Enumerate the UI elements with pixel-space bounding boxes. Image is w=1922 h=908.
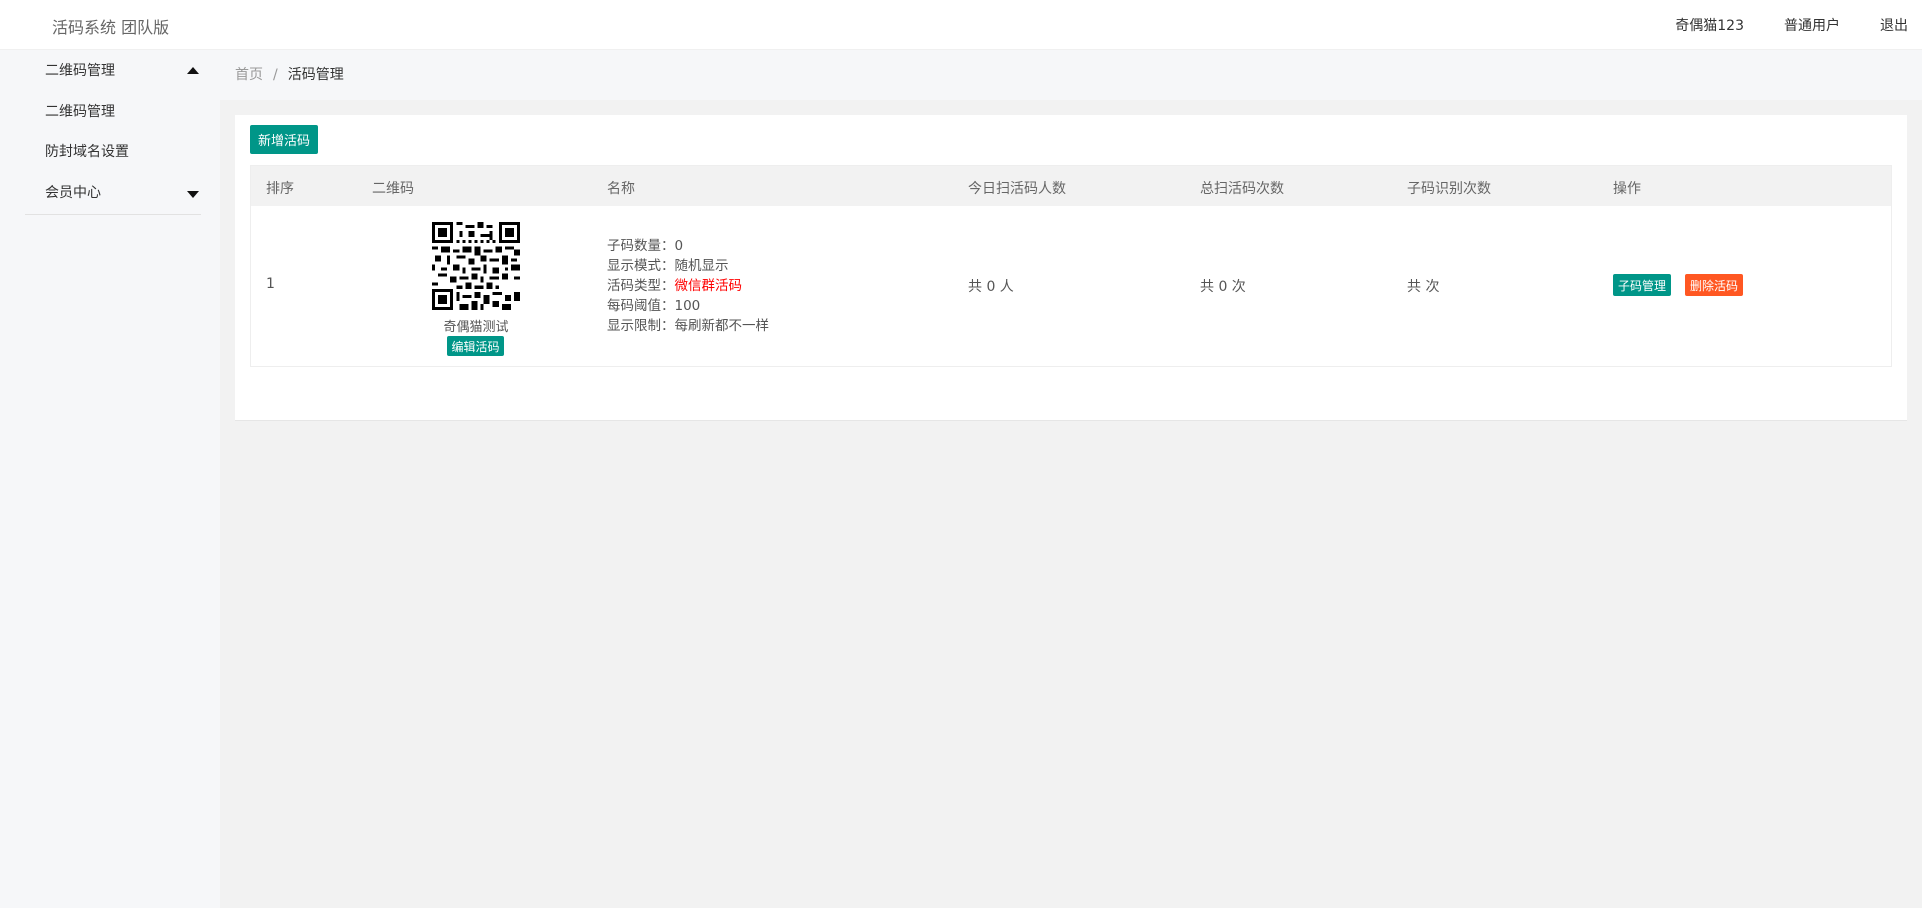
breadcrumb-separator: / [273, 67, 278, 83]
app-logo: 活码系统 团队版 [52, 18, 170, 37]
qrcode-name: 奇偶猫测试 [443, 320, 509, 335]
sidebar-divider [25, 214, 201, 215]
header-order: 排序 [266, 181, 294, 197]
sidebar-item-qrcode-manage[interactable]: 二维码管理 [25, 92, 201, 132]
info-sub-count: 子码数量：0 [607, 236, 769, 256]
info-sub-count-value: 0 [674, 238, 684, 254]
header-today-scans: 今日扫活码人数 [968, 181, 1066, 197]
edit-code-button[interactable]: 编辑活码 [447, 336, 504, 356]
code-table: 排序 二维码 名称 今日扫活码人数 总扫活码次数 子码识别次数 操作 1 奇偶猫… [250, 165, 1892, 367]
info-mode-value: 随机显示 [674, 258, 729, 274]
sidebar: 二维码管理 二维码管理 防封域名设置 会员中心 [0, 50, 220, 908]
table-header: 排序 二维码 名称 今日扫活码人数 总扫活码次数 子码识别次数 操作 [251, 166, 1891, 206]
nav-group-qrcode-label: 二维码管理 [45, 63, 115, 79]
username-link[interactable]: 奇偶猫123 [1675, 15, 1744, 35]
row-order: 1 [266, 276, 275, 292]
table-row: 1 奇偶猫测试 编辑活码 子码数量：0 显示模式：随机显示 活码类型：微信群活码… [251, 206, 1891, 366]
info-limit: 显示限制：每刷新都不一样 [607, 316, 769, 336]
code-info: 子码数量：0 显示模式：随机显示 活码类型：微信群活码 每码阈值：100 显示限… [607, 236, 769, 336]
header-sub-recognitions: 子码识别次数 [1407, 181, 1491, 197]
breadcrumb: 首页 / 活码管理 [220, 50, 1922, 100]
info-limit-label: 显示限制： [607, 318, 675, 334]
header-actions: 操作 [1613, 181, 1641, 197]
caret-up-icon [187, 67, 199, 74]
breadcrumb-current: 活码管理 [287, 67, 344, 83]
nav-group-member-label: 会员中心 [45, 185, 101, 201]
info-threshold: 每码阈值：100 [607, 296, 769, 316]
info-threshold-value: 100 [674, 298, 701, 314]
total-scans-value: 共 0 次 [1200, 279, 1246, 295]
nav-group-qrcode: 二维码管理 二维码管理 防封域名设置 会员中心 [25, 50, 201, 214]
add-code-button[interactable]: 新增活码 [250, 125, 318, 154]
today-scans-value: 共 0 人 [968, 279, 1014, 295]
sidebar-item-domain-settings[interactable]: 防封域名设置 [25, 132, 201, 172]
header-total-scans: 总扫活码次数 [1200, 181, 1284, 197]
info-threshold-label: 每码阈值： [607, 298, 675, 314]
content-card: 新增活码 排序 二维码 名称 今日扫活码人数 总扫活码次数 子码识别次数 操作 … [235, 115, 1907, 421]
top-header: 活码系统 团队版 奇偶猫123 普通用户 退出 [0, 0, 1922, 50]
header-user-menu: 奇偶猫123 普通用户 退出 [1635, 0, 1908, 50]
info-mode-label: 显示模式： [607, 258, 675, 274]
qrcode-image [432, 222, 520, 310]
nav-group-qrcode-title[interactable]: 二维码管理 [25, 50, 201, 92]
info-type-label: 活码类型： [607, 278, 675, 294]
breadcrumb-home[interactable]: 首页 [235, 67, 263, 83]
header-qrcode: 二维码 [372, 181, 414, 197]
delete-code-button[interactable]: 删除活码 [1685, 274, 1743, 296]
info-type: 活码类型：微信群活码 [607, 276, 769, 296]
nav-group-member-title[interactable]: 会员中心 [25, 172, 201, 214]
sub-code-manage-button[interactable]: 子码管理 [1613, 274, 1671, 296]
info-sub-count-label: 子码数量： [607, 238, 675, 254]
info-limit-value: 每刷新都不一样 [674, 318, 770, 334]
info-mode: 显示模式：随机显示 [607, 256, 769, 276]
header-name: 名称 [607, 181, 635, 197]
role-link[interactable]: 普通用户 [1784, 15, 1840, 35]
sub-recognitions-value: 共 次 [1407, 279, 1440, 295]
caret-down-icon [187, 191, 199, 198]
logout-link[interactable]: 退出 [1880, 15, 1908, 35]
info-type-value: 微信群活码 [674, 278, 743, 294]
